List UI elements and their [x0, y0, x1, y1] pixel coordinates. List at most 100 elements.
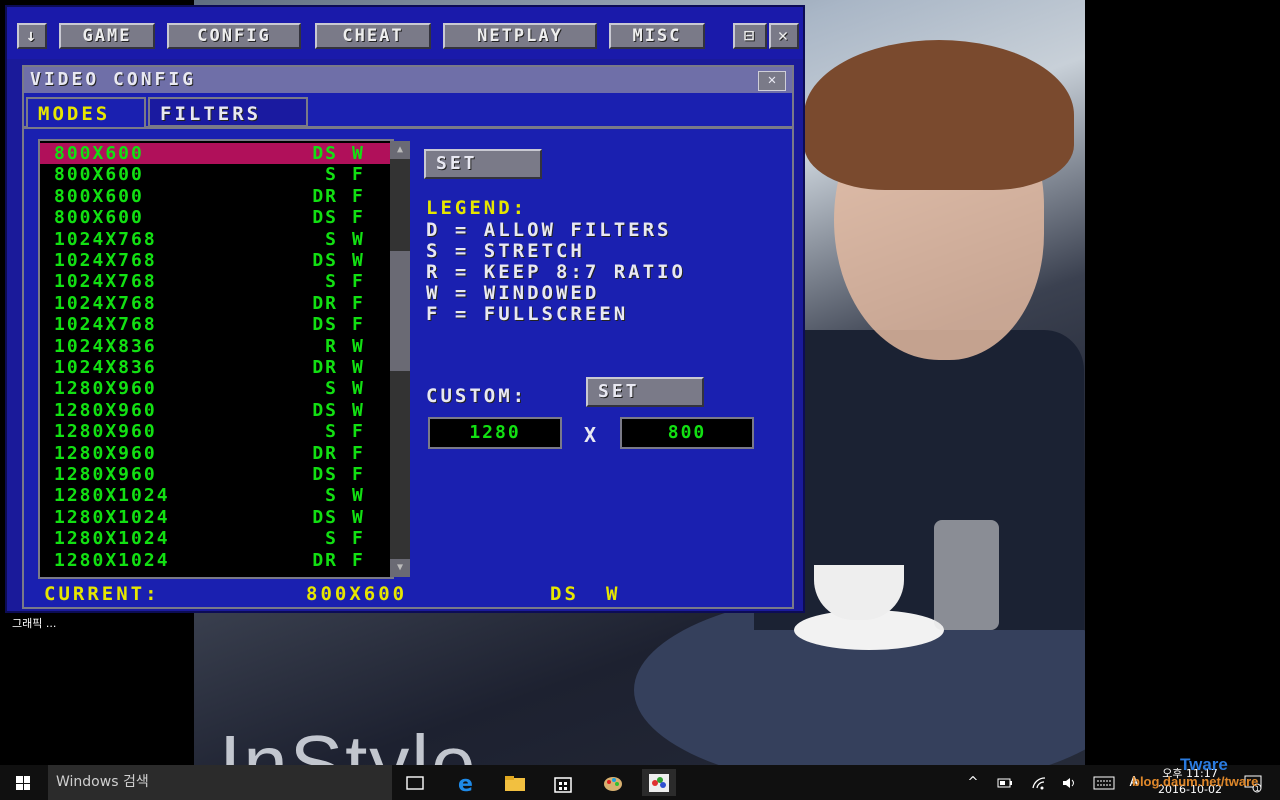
- show-hidden-icons-icon[interactable]: ^: [962, 765, 984, 800]
- menu-netplay[interactable]: NETPLAY: [443, 23, 597, 49]
- restore-icon[interactable]: ⊟: [733, 23, 767, 49]
- mode-list-item[interactable]: 1280X960 S W: [40, 378, 392, 399]
- mode-window-flag: F: [352, 528, 365, 550]
- menu-arrow-button[interactable]: ↓: [17, 23, 47, 49]
- mode-resolution: 1024X768: [54, 250, 157, 271]
- mode-scale-flag: DR: [312, 185, 338, 207]
- mode-list-item[interactable]: 1280X1024 S W: [40, 485, 392, 506]
- desktop-icon-label[interactable]: 그래픽 ...: [12, 615, 56, 631]
- mode-list-item[interactable]: 1280X960 DR F: [40, 443, 392, 464]
- legend-line: W = WINDOWED: [426, 282, 600, 304]
- mode-scale-flag: R: [325, 335, 338, 357]
- close-icon[interactable]: ✕: [769, 23, 799, 49]
- mode-resolution: 1280X960: [54, 464, 157, 485]
- mode-window-flag: W: [352, 357, 365, 378]
- mode-resolution: 1280X960: [54, 442, 157, 464]
- tab-bar: MODES FILTERS: [24, 97, 792, 129]
- mode-resolution: 1024X768: [54, 228, 157, 250]
- photo-brand-text: InStyle: [219, 719, 478, 765]
- mode-list-item[interactable]: 1280X960 S F: [40, 421, 392, 442]
- paint-icon[interactable]: [596, 769, 630, 796]
- mode-list-item[interactable]: 1280X1024 S F: [40, 528, 392, 549]
- emulator-window: ↓ GAME CONFIG CHEAT NETPLAY MISC ⊟ ✕ VID…: [5, 5, 805, 613]
- mode-list-item[interactable]: 1280X1024 DR F: [40, 550, 392, 571]
- mode-scale-flag: DS: [312, 143, 338, 164]
- windows-logo-icon: [16, 776, 30, 790]
- mode-window-flag: F: [352, 464, 365, 485]
- legend-title: LEGEND:: [426, 197, 528, 219]
- mode-window-flag: F: [352, 292, 365, 314]
- mode-scale-flag: S: [325, 485, 338, 507]
- mode-list-item[interactable]: 800X600 DR F: [40, 186, 392, 207]
- menu-config[interactable]: CONFIG: [167, 23, 301, 49]
- menu-game[interactable]: GAME: [59, 23, 155, 49]
- mode-scale-flag: S: [325, 378, 338, 400]
- mode-window-flag: F: [352, 164, 365, 186]
- mode-scale-flag: DR: [312, 292, 338, 314]
- menu-cheat[interactable]: CHEAT: [315, 23, 431, 49]
- task-view-icon[interactable]: [398, 769, 432, 796]
- mode-scale-flag: DS: [312, 399, 338, 421]
- mode-list-item[interactable]: 1024X836 R W: [40, 336, 392, 357]
- edge-browser-icon[interactable]: e: [450, 769, 484, 796]
- set-custom-button[interactable]: SET: [586, 377, 704, 407]
- taskbar-search-box[interactable]: Windows 검색: [48, 765, 392, 800]
- scroll-up-icon[interactable]: ▲: [390, 141, 410, 159]
- mode-window-flag: W: [352, 143, 365, 164]
- mode-list-item[interactable]: 800X600 DS W: [40, 143, 392, 164]
- mode-list-item[interactable]: 1024X768 S W: [40, 229, 392, 250]
- mode-list-item[interactable]: 800X600 S F: [40, 164, 392, 185]
- mode-scale-flag: DS: [312, 314, 338, 336]
- mode-window-flag: W: [352, 335, 365, 357]
- mode-scale-flag: DS: [312, 250, 338, 271]
- current-mode-status: CURRENT: 800X600 DS W: [40, 583, 790, 605]
- start-button[interactable]: [0, 765, 48, 800]
- set-mode-button[interactable]: SET: [424, 149, 542, 179]
- mode-scale-flag: DS: [312, 207, 338, 229]
- mode-list-item[interactable]: 1024X768 DR F: [40, 293, 392, 314]
- mode-list-item[interactable]: 1024X836 DR W: [40, 357, 392, 378]
- mode-scale-flag: S: [325, 528, 338, 550]
- wifi-icon[interactable]: [1026, 769, 1052, 796]
- tab-filters[interactable]: FILTERS: [148, 97, 308, 127]
- mode-list-item[interactable]: 1024X768 DS W: [40, 250, 392, 271]
- photo-glass: [934, 520, 999, 630]
- modes-scrollbar-thumb[interactable]: [390, 251, 410, 371]
- mode-list-item[interactable]: 1024X768 S F: [40, 271, 392, 292]
- custom-width-field[interactable]: 1280: [428, 417, 562, 449]
- mode-window-flag: W: [352, 250, 365, 271]
- mode-list-item[interactable]: 1280X960 DS F: [40, 464, 392, 485]
- battery-icon[interactable]: [992, 769, 1018, 796]
- modes-list[interactable]: 800X600 DS W 800X600 S F 800X600 DR F 800X600 DS F 1…: [38, 139, 394, 579]
- mode-resolution: 800X600: [54, 185, 144, 207]
- mode-list-item[interactable]: 800X600 DS F: [40, 207, 392, 228]
- snes-emulator-taskbar-icon[interactable]: [642, 769, 676, 796]
- current-resolution: 800X600: [306, 583, 408, 605]
- photo-hair: [804, 40, 1074, 190]
- mode-list-item[interactable]: 1024X768 DS F: [40, 314, 392, 335]
- mode-window-flag: F: [352, 421, 365, 443]
- touch-keyboard-icon[interactable]: [1090, 769, 1118, 796]
- mode-window-flag: F: [352, 207, 365, 229]
- store-icon[interactable]: [546, 769, 580, 796]
- mode-scale-flag: DR: [312, 549, 338, 571]
- menu-bar: ↓ GAME CONFIG CHEAT NETPLAY MISC ⊟ ✕: [7, 7, 803, 59]
- mode-list-item[interactable]: 1280X960 DS W: [40, 400, 392, 421]
- mode-resolution: 1024X768: [54, 314, 157, 336]
- tab-modes[interactable]: MODES: [26, 97, 146, 127]
- panel-close-icon[interactable]: ✕: [758, 71, 786, 91]
- watermark-url: blog.daum.net/tware: [1132, 774, 1259, 789]
- mode-resolution: 1024X836: [54, 357, 157, 378]
- file-explorer-icon[interactable]: [498, 769, 532, 796]
- mode-scale-flag: S: [325, 271, 338, 293]
- mode-list-item[interactable]: 1280X1024 DS W: [40, 507, 392, 528]
- volume-icon[interactable]: [1056, 769, 1082, 796]
- scroll-down-icon[interactable]: ▼: [390, 559, 410, 577]
- mode-window-flag: F: [352, 271, 365, 293]
- legend-line: D = ALLOW FILTERS: [426, 219, 672, 241]
- menu-misc[interactable]: MISC: [609, 23, 705, 49]
- mode-resolution: 1280X960: [54, 399, 157, 421]
- custom-height-field[interactable]: 800: [620, 417, 754, 449]
- current-flag-1: DS: [550, 583, 579, 605]
- mode-window-flag: F: [352, 549, 365, 571]
